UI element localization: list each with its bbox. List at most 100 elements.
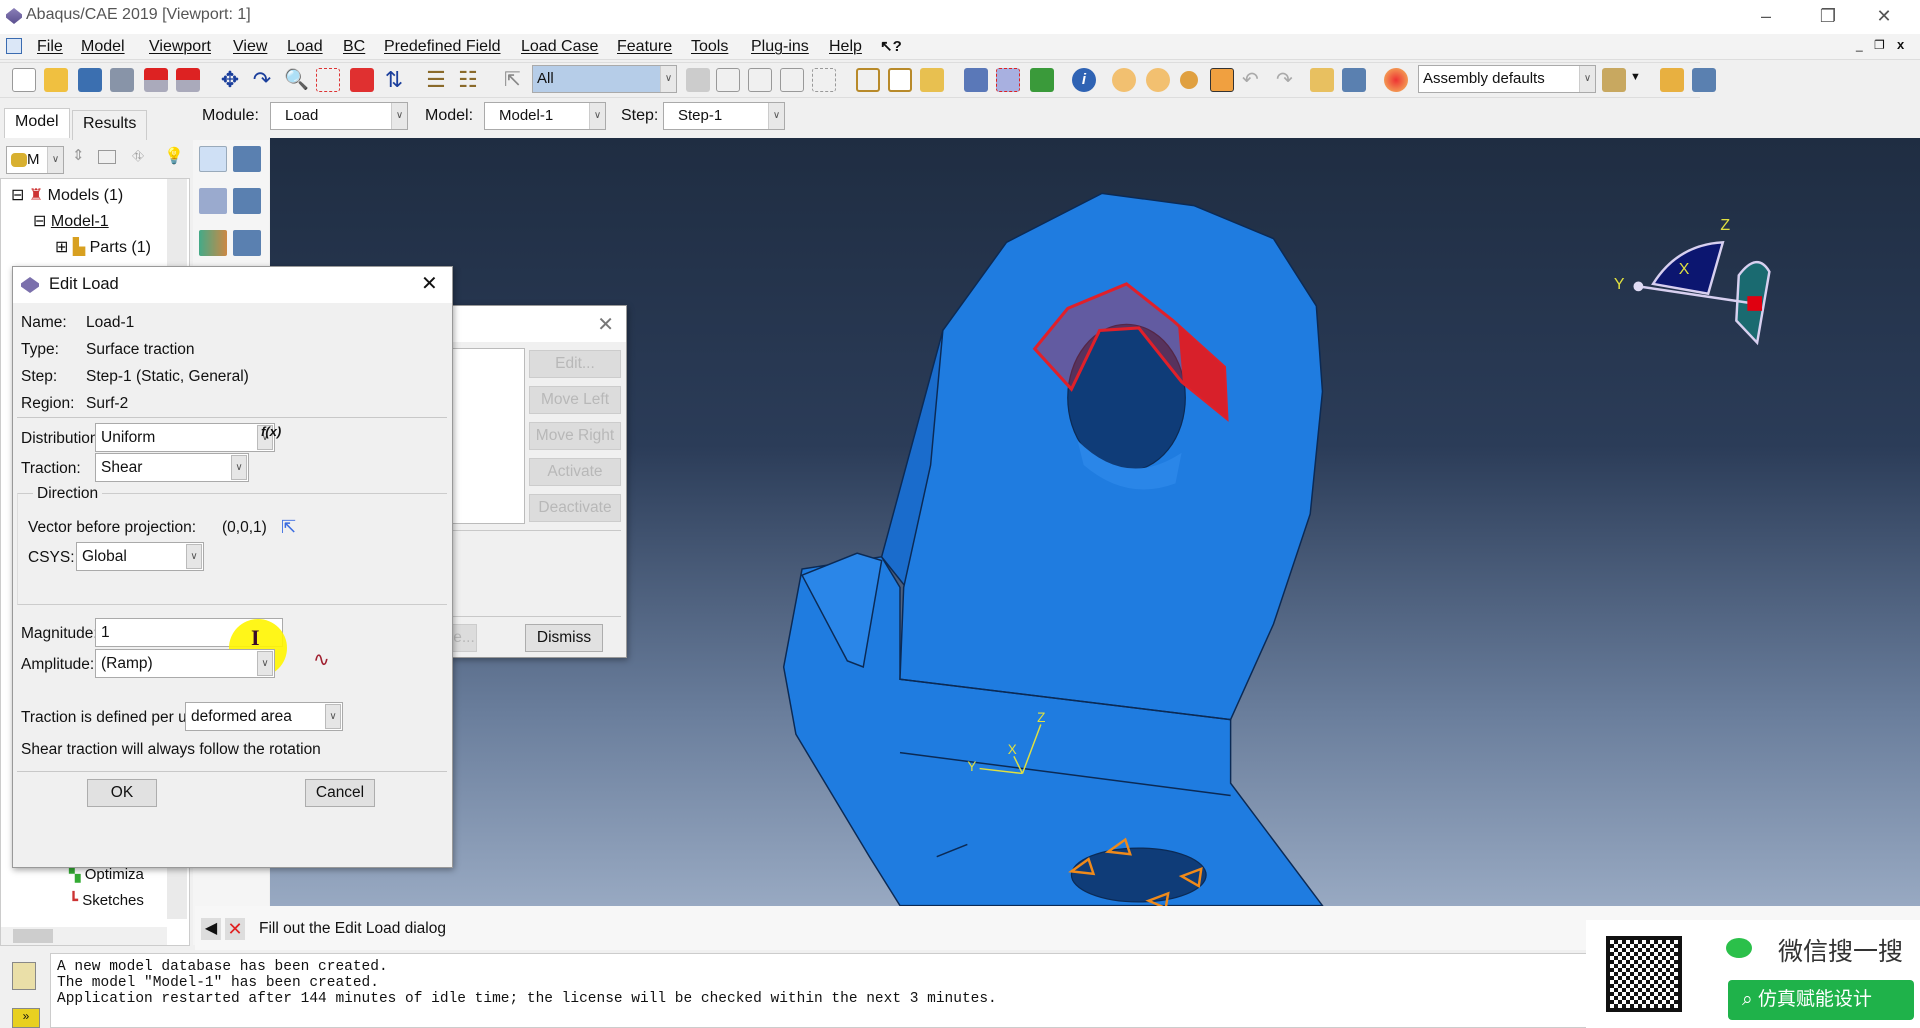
mdi-restore-button[interactable]: ❐ xyxy=(1874,38,1885,52)
show-icon[interactable]: ☰ xyxy=(424,68,448,92)
move-left-button[interactable]: Move Left xyxy=(529,386,621,414)
boolean-intersect-icon[interactable] xyxy=(1146,68,1170,92)
menu-view[interactable]: View xyxy=(233,38,267,56)
model-combo[interactable]: Model-1 ∨ xyxy=(484,102,606,130)
undo-icon[interactable]: ↶ xyxy=(1242,68,1266,92)
load-manager-icon[interactable] xyxy=(233,146,261,172)
hidden-line-icon[interactable] xyxy=(888,68,912,92)
selection-filter-combo[interactable]: All ∨ xyxy=(532,65,677,93)
create-bc-icon[interactable] xyxy=(199,188,227,214)
menu-model[interactable]: Model xyxy=(81,38,125,56)
tree-item-model-1[interactable]: ⊟ Model-1 xyxy=(33,211,109,231)
menu-feature[interactable]: Feature xyxy=(617,38,672,56)
step-combo[interactable]: Step-1 ∨ xyxy=(663,102,785,130)
traction-combo[interactable]: Shear ∨ xyxy=(95,453,249,482)
part-display-icon[interactable] xyxy=(1602,68,1626,92)
tree-hscrollbar[interactable] xyxy=(1,927,167,945)
menu-help[interactable]: Help xyxy=(829,38,862,56)
translucency-icon[interactable] xyxy=(1030,68,1054,92)
activate-button[interactable]: Activate xyxy=(529,458,621,486)
create-amplitude-icon[interactable]: ∿ xyxy=(313,647,330,672)
message-area-icon[interactable] xyxy=(12,962,36,990)
menu-predefined-field[interactable]: Predefined Field xyxy=(384,38,501,56)
import-icon[interactable] xyxy=(144,68,168,92)
create-field-icon[interactable] xyxy=(199,230,227,256)
cancel-procedure-icon[interactable]: ✕ xyxy=(225,918,245,940)
csys-combo[interactable]: Global ∨ xyxy=(76,542,204,571)
folder-up-icon[interactable] xyxy=(98,150,116,164)
tree-item-sketches[interactable]: ┗ Sketches xyxy=(69,891,144,909)
shaded-icon[interactable] xyxy=(920,68,944,92)
field-manager-icon[interactable] xyxy=(233,230,261,256)
dropdown-arrow-icon[interactable]: ▼ xyxy=(1630,71,1641,83)
partial-button[interactable]: e... xyxy=(451,624,477,652)
color-palette-icon[interactable] xyxy=(1384,68,1408,92)
filter-tree-icon[interactable]: ⛗ xyxy=(132,148,144,165)
table-icon-2[interactable] xyxy=(1692,68,1716,92)
amplitude-combo[interactable]: (Ramp) ∨ xyxy=(95,649,275,678)
menu-load[interactable]: Load xyxy=(287,38,323,56)
menu-tools[interactable]: Tools xyxy=(691,38,728,56)
deactivate-button[interactable]: Deactivate xyxy=(529,494,621,522)
load-list[interactable] xyxy=(451,348,525,524)
ok-button[interactable]: OK xyxy=(87,779,157,807)
close-icon[interactable]: ✕ xyxy=(597,312,614,337)
mdi-close-button[interactable]: x xyxy=(1897,37,1904,52)
export-icon[interactable] xyxy=(176,68,200,92)
feature-edges-icon[interactable] xyxy=(996,68,1020,92)
distribution-combo[interactable]: Uniform ∨ xyxy=(95,423,275,452)
boolean-single-icon[interactable] xyxy=(1180,71,1198,89)
redo-icon[interactable]: ↷ xyxy=(1276,68,1300,92)
zoom-icon[interactable]: 🔍 xyxy=(284,68,309,92)
cycle-views-icon[interactable]: ⇅ xyxy=(382,68,406,92)
pan-icon[interactable]: ✥ xyxy=(218,68,242,92)
tab-model[interactable]: Model xyxy=(4,108,70,138)
select-nodes-icon[interactable] xyxy=(780,68,804,92)
info-icon[interactable]: i xyxy=(1072,68,1096,92)
save-icon[interactable] xyxy=(78,68,102,92)
menu-load-case[interactable]: Load Case xyxy=(521,38,598,56)
tree-item-parts[interactable]: ⊞ ▙ Parts (1) xyxy=(55,237,151,257)
render-style-combo[interactable]: Assembly defaults ∨ xyxy=(1418,65,1596,93)
move-up-down-icon[interactable]: ⇕ xyxy=(72,146,85,164)
close-button[interactable]: ✕ xyxy=(1862,2,1906,30)
message-area[interactable]: A new model database has been created. Th… xyxy=(50,953,1590,1028)
query-pick-icon[interactable] xyxy=(1210,68,1234,92)
mdi-minimize-button[interactable]: _ xyxy=(1856,38,1863,52)
print-icon[interactable] xyxy=(110,68,134,92)
menu-plug-ins[interactable]: Plug-ins xyxy=(751,38,809,56)
hide-icon[interactable]: ☷ xyxy=(456,68,480,92)
command-line-icon[interactable]: » xyxy=(12,1008,40,1028)
wireframe-icon[interactable] xyxy=(856,68,880,92)
menu-bc[interactable]: BC xyxy=(343,38,365,56)
rotate-icon[interactable]: ↷ xyxy=(250,68,274,92)
auto-fit-icon[interactable] xyxy=(350,68,374,92)
create-load-icon[interactable] xyxy=(199,146,227,172)
menu-file[interactable]: File xyxy=(37,38,63,56)
mesh-render-icon[interactable] xyxy=(964,68,988,92)
box-zoom-icon[interactable] xyxy=(316,68,340,92)
edit-button[interactable]: Edit... xyxy=(529,350,621,378)
boolean-union-icon[interactable] xyxy=(1112,68,1136,92)
box-select-icon[interactable] xyxy=(748,68,772,92)
select-from-viewport-icon[interactable] xyxy=(716,68,740,92)
document-icon[interactable] xyxy=(6,38,22,54)
tab-results[interactable]: Results xyxy=(72,110,148,140)
new-file-icon[interactable] xyxy=(12,68,36,92)
lasso-select-icon[interactable] xyxy=(812,68,836,92)
per-unit-combo[interactable]: deformed area ∨ xyxy=(185,702,343,731)
context-help-icon[interactable]: ↖? xyxy=(880,37,902,55)
restore-button[interactable]: ❐ xyxy=(1806,2,1850,30)
account-search-button[interactable]: ⌕ 仿真赋能设计 xyxy=(1728,980,1914,1020)
open-folder-icon[interactable] xyxy=(44,68,68,92)
view-manager-icon[interactable] xyxy=(1310,68,1334,92)
analytical-field-button[interactable]: f(x) xyxy=(261,424,281,439)
table-icon[interactable] xyxy=(1342,68,1366,92)
dismiss-button[interactable]: Dismiss xyxy=(525,624,603,652)
pick-vector-cursor-icon[interactable]: ⇱ xyxy=(281,517,296,538)
move-right-button[interactable]: Move Right xyxy=(529,422,621,450)
selection-option-icon[interactable] xyxy=(686,68,710,92)
cancel-button[interactable]: Cancel xyxy=(305,779,375,807)
tree-combo[interactable]: M ∨ xyxy=(6,146,64,174)
close-icon[interactable]: ✕ xyxy=(421,271,438,296)
